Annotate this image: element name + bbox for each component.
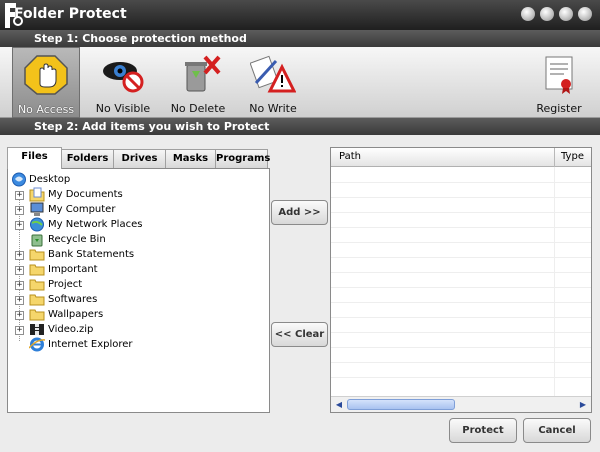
- network-places-icon: [30, 217, 44, 232]
- tree-item-label: My Network Places: [48, 219, 143, 230]
- window-controls: [521, 7, 592, 21]
- grid-row-line: [331, 212, 591, 213]
- grid-row-line: [331, 257, 591, 258]
- tab-drives[interactable]: Drives: [113, 149, 166, 169]
- grid-row-line: [331, 347, 591, 348]
- clear-button[interactable]: << Clear: [271, 322, 328, 347]
- recycle-bin-icon: [31, 234, 43, 247]
- maximize-button[interactable]: [559, 7, 573, 21]
- step2-header: Step 2: Add items you wish to Protect: [0, 118, 600, 135]
- tree-root-label[interactable]: Desktop: [29, 172, 70, 187]
- folder-icon: [29, 249, 45, 261]
- scroll-thumb[interactable]: [347, 399, 455, 410]
- tree-item-label: Recycle Bin: [48, 234, 106, 245]
- folder-icon: [29, 309, 45, 321]
- grid-row-line: [331, 227, 591, 228]
- scroll-right-icon[interactable]: ▶: [577, 399, 589, 410]
- expand-icon[interactable]: +: [15, 266, 24, 275]
- close-button[interactable]: [578, 7, 592, 21]
- desktop-icon: [12, 172, 26, 187]
- column-type[interactable]: Type: [561, 151, 584, 162]
- tab-masks[interactable]: Masks: [165, 149, 216, 169]
- tree-item-label: Bank Statements: [48, 249, 135, 260]
- tab-programs[interactable]: Programs: [215, 149, 270, 169]
- tree-item-label: My Computer: [48, 204, 116, 215]
- expand-icon[interactable]: +: [15, 311, 24, 320]
- title-bar: Folder Protect: [0, 0, 600, 30]
- internet-explorer-icon: [29, 337, 45, 352]
- horizontal-scrollbar[interactable]: ◀ ▶: [331, 396, 591, 412]
- no-access-button[interactable]: No Access: [12, 47, 80, 118]
- expand-icon[interactable]: +: [15, 326, 24, 335]
- expand-icon[interactable]: +: [15, 206, 24, 215]
- computer-icon: [30, 202, 44, 216]
- add-button[interactable]: Add >>: [271, 200, 328, 225]
- expand-icon[interactable]: +: [15, 221, 24, 230]
- scroll-left-icon[interactable]: ◀: [333, 399, 345, 410]
- tab-folders[interactable]: Folders: [61, 149, 114, 169]
- folder-icon: [29, 279, 45, 291]
- item-type-tabs: Files Folders Drives Masks Programs: [7, 147, 270, 169]
- expand-icon[interactable]: +: [15, 296, 24, 305]
- protected-items-list[interactable]: Path Type ◀ ▶: [330, 147, 592, 413]
- no-visible-label: No Visible: [95, 102, 151, 115]
- folder-icon: [29, 294, 45, 306]
- grid-row-line: [331, 302, 591, 303]
- grid-row-line: [331, 182, 591, 183]
- no-write-label: No Write: [249, 102, 297, 115]
- grid-row-line: [331, 242, 591, 243]
- folder-icon: [29, 264, 45, 276]
- tree-item-label: Project: [48, 279, 83, 290]
- tree-item-label: Video.zip: [48, 324, 94, 335]
- grid-row-line: [331, 362, 591, 363]
- register-label: Register: [536, 102, 582, 115]
- tab-files[interactable]: Files: [7, 147, 62, 169]
- no-delete-button[interactable]: No Delete: [165, 47, 231, 118]
- tree-item-label: My Documents: [48, 189, 123, 200]
- certificate-icon: [545, 56, 573, 94]
- recycle-bin-cross-icon: [185, 55, 221, 92]
- tree-item-label: Internet Explorer: [48, 339, 133, 350]
- grid-row-line: [331, 377, 591, 378]
- no-delete-label: No Delete: [170, 102, 226, 115]
- hidden-eye-icon: [103, 62, 144, 93]
- grid-row-line: [331, 272, 591, 273]
- minimize-button[interactable]: [540, 7, 554, 21]
- expand-icon[interactable]: +: [15, 251, 24, 260]
- column-path[interactable]: Path: [339, 151, 361, 162]
- protect-button[interactable]: Protect: [449, 418, 517, 443]
- expand-icon[interactable]: +: [15, 281, 24, 290]
- hand-stop-icon: [24, 55, 68, 95]
- zip-icon: [30, 324, 44, 335]
- no-visible-button[interactable]: No Visible: [90, 47, 156, 118]
- file-tree[interactable]: Desktop + My Documents + My Computer + M…: [7, 168, 270, 413]
- grid-row-line: [331, 197, 591, 198]
- pen-warning-icon: [250, 55, 296, 93]
- grid-row-line: [331, 332, 591, 333]
- no-access-label: No Access: [17, 103, 75, 116]
- column-separator[interactable]: [554, 148, 555, 167]
- no-write-button[interactable]: No Write: [240, 47, 306, 118]
- tree-item-label: Softwares: [48, 294, 98, 305]
- expand-icon[interactable]: +: [15, 191, 24, 200]
- register-button[interactable]: Register: [527, 47, 591, 118]
- cancel-button[interactable]: Cancel: [523, 418, 591, 443]
- grid-row-line: [331, 317, 591, 318]
- grid-row-line: [331, 287, 591, 288]
- protection-toolbar: No Access No Visible No Delete No Write …: [0, 47, 600, 118]
- tree-item-label: Important: [48, 264, 98, 275]
- tree-item-label: Wallpapers: [48, 309, 104, 320]
- documents-folder-icon: [29, 187, 45, 202]
- window-title: Folder Protect: [14, 6, 127, 22]
- list-header: Path Type: [331, 148, 591, 167]
- step1-header: Step 1: Choose protection method: [0, 30, 600, 47]
- help-button[interactable]: [521, 7, 535, 21]
